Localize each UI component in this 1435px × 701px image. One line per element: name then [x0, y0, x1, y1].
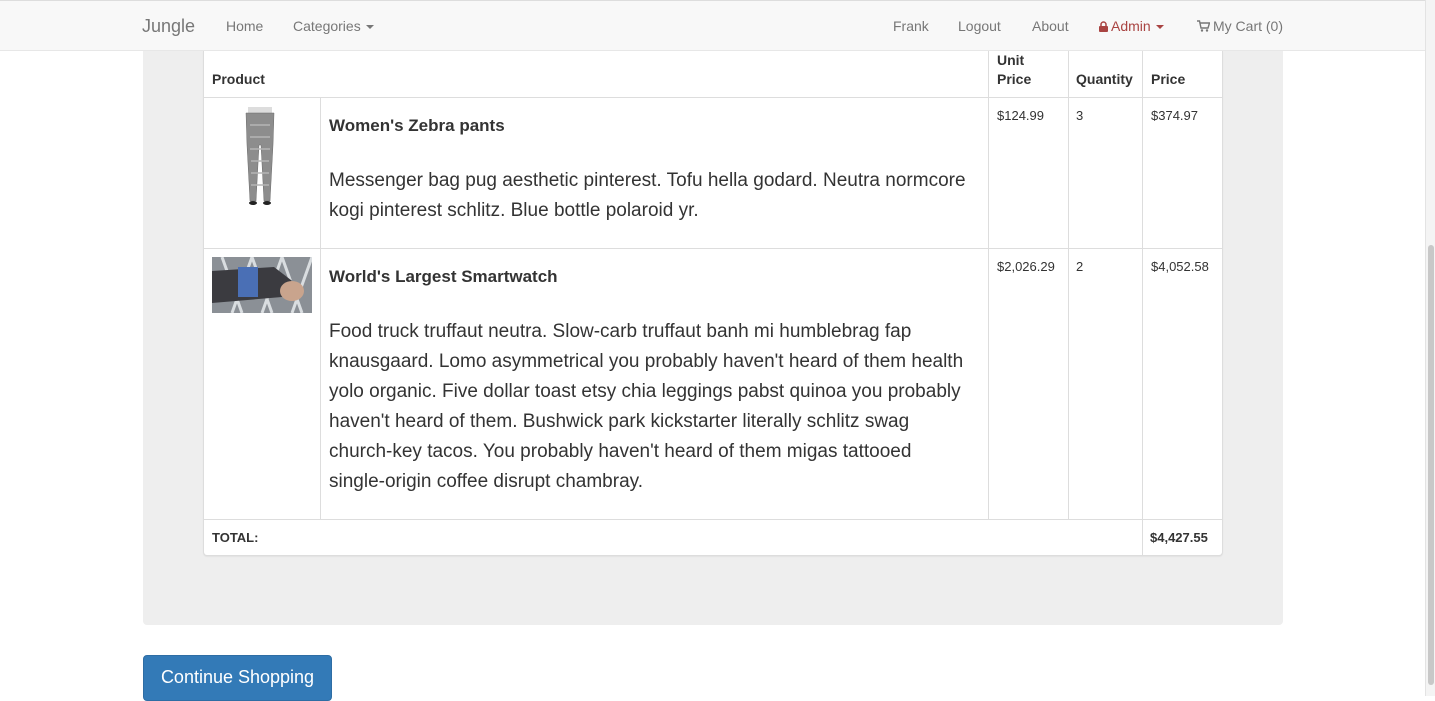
nav-categories-dropdown[interactable]: Categories	[293, 18, 374, 34]
product-name[interactable]: World's Largest Smartwatch	[329, 267, 558, 287]
brand-logo[interactable]: Jungle	[142, 16, 195, 37]
quantity: 2	[1076, 259, 1084, 274]
lock-icon	[1099, 21, 1108, 32]
divider	[320, 97, 321, 519]
line-price: $374.97	[1151, 108, 1198, 123]
nav-about[interactable]: About	[1032, 18, 1069, 34]
product-image-smartwatch[interactable]	[212, 257, 312, 313]
header-unit-price-line1: Unit	[997, 52, 1025, 68]
quantity: 3	[1076, 108, 1084, 123]
continue-shopping-button[interactable]: Continue Shopping	[143, 655, 332, 701]
divider	[204, 519, 1223, 520]
smartwatch-image	[212, 257, 312, 313]
header-quantity: Quantity	[1076, 71, 1133, 87]
nav-user[interactable]: Frank	[893, 18, 929, 34]
chevron-down-icon	[365, 25, 374, 30]
total-label: TOTAL:	[212, 530, 259, 545]
nav-logout[interactable]: Logout	[958, 18, 1001, 34]
scrollbar[interactable]	[1425, 0, 1435, 696]
nav-cart-label: My Cart (0)	[1213, 18, 1283, 34]
product-name[interactable]: Women's Zebra pants	[329, 116, 505, 136]
total-value: $4,427.55	[1150, 530, 1208, 545]
product-description: Food truck truffaut neutra. Slow-carb tr…	[329, 321, 964, 492]
divider	[1142, 51, 1143, 556]
product-image-zebra-pants[interactable]	[212, 105, 312, 207]
pants-image	[212, 105, 312, 207]
cart-icon	[1197, 20, 1211, 32]
nav-categories-label: Categories	[293, 18, 361, 34]
product-description: Messenger bag pug aesthetic pinterest. T…	[329, 170, 966, 221]
divider	[204, 248, 1223, 249]
divider	[1068, 51, 1069, 519]
top-navbar: Jungle Home Categories Frank Logout Abou…	[0, 0, 1425, 51]
divider	[204, 97, 1223, 98]
chevron-down-icon	[1155, 25, 1164, 30]
nav-admin-label: Admin	[1111, 18, 1151, 34]
unit-price: $124.99	[997, 108, 1044, 123]
header-product: Product	[212, 71, 265, 87]
nav-admin-dropdown[interactable]: Admin	[1099, 18, 1164, 34]
line-price: $4,052.58	[1151, 259, 1209, 274]
header-price: Price	[1151, 71, 1186, 87]
scrollbar-thumb[interactable]	[1428, 245, 1434, 685]
unit-price: $2,026.29	[997, 259, 1055, 274]
nav-cart[interactable]: My Cart (0)	[1197, 18, 1283, 34]
cart-table: Product Unit Price Quantity Price Women'…	[203, 51, 1223, 556]
nav-home[interactable]: Home	[226, 18, 263, 34]
divider	[988, 51, 989, 519]
header-unit-price-line2: Price	[997, 71, 1032, 87]
